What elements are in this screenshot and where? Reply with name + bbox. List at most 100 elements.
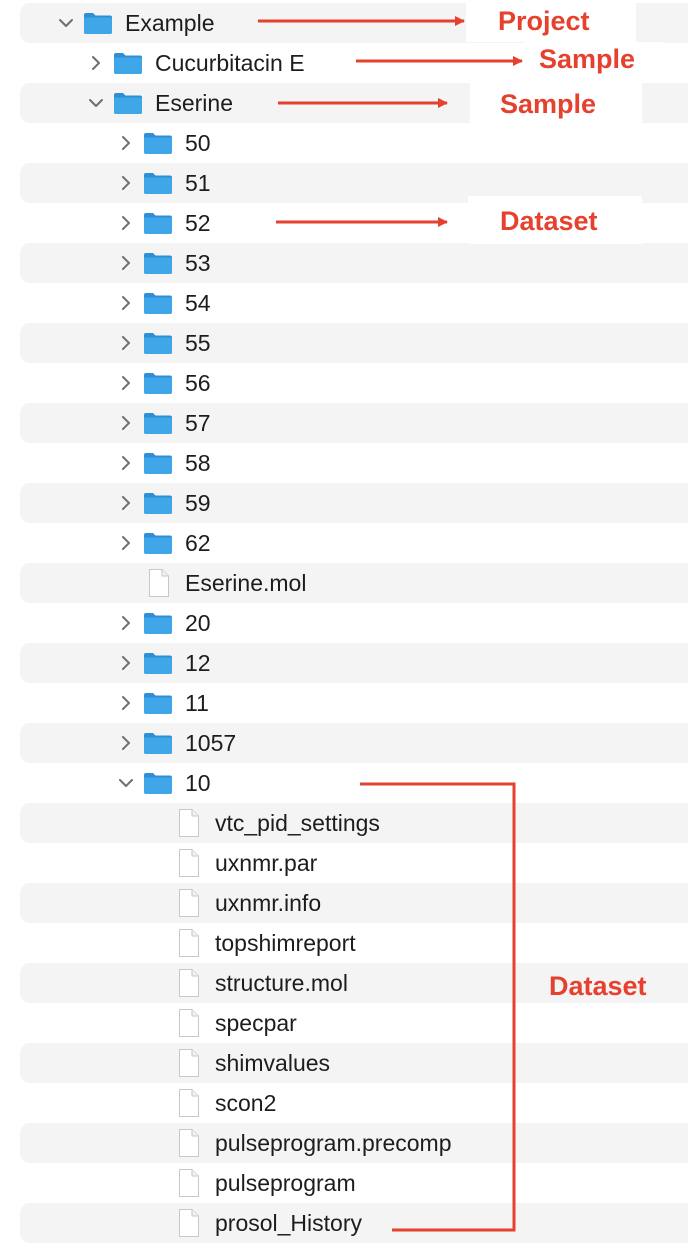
folder-icon [142, 331, 174, 355]
chevron-right-icon[interactable] [117, 654, 135, 672]
document-icon [178, 848, 200, 878]
file-name: prosol_History [215, 1210, 362, 1236]
folder-name: 1057 [185, 730, 237, 756]
tree-row-file[interactable]: uxnmr.info [20, 883, 688, 923]
chevron-right-icon[interactable] [87, 54, 105, 72]
folder-icon [142, 451, 174, 475]
file-name: Eserine.mol [185, 570, 307, 596]
document-icon [178, 1128, 200, 1158]
file-name: shimvalues [215, 1050, 331, 1076]
document-icon [178, 928, 200, 958]
document-icon [178, 808, 200, 838]
folder-name: 12 [185, 650, 211, 676]
folder-name: 10 [185, 770, 211, 796]
tree-row-file[interactable]: pulseprogram.precomp [20, 1123, 688, 1163]
chevron-right-icon[interactable] [117, 454, 135, 472]
dataset-annotation-1: Dataset [500, 206, 598, 236]
document-icon [178, 1048, 200, 1078]
tree-row-file[interactable]: Eserine.mol [20, 563, 688, 603]
tree-row-file[interactable]: specpar [20, 1003, 688, 1043]
chevron-down-icon[interactable] [117, 774, 135, 792]
folder-name: 50 [185, 130, 211, 156]
tree-row-folder[interactable]: 54 [20, 283, 688, 323]
document-icon [178, 1008, 200, 1038]
folder-icon [112, 91, 144, 115]
chevron-right-icon[interactable] [117, 614, 135, 632]
tree-row-folder[interactable]: 11 [20, 683, 688, 723]
file-name: topshimreport [215, 930, 356, 956]
chevron-right-icon[interactable] [117, 334, 135, 352]
document-icon [148, 568, 170, 598]
document-icon [178, 1208, 200, 1238]
folder-name: Cucurbitacin E [155, 50, 305, 76]
chevron-right-icon[interactable] [117, 414, 135, 432]
tree-row-folder[interactable]: 62 [20, 523, 688, 563]
folder-name: 11 [185, 690, 209, 716]
folder-name: 58 [185, 450, 211, 476]
chevron-right-icon[interactable] [117, 174, 135, 192]
chevron-down-icon[interactable] [87, 94, 105, 112]
document-icon [178, 888, 200, 918]
tree-row-folder[interactable]: 12 [20, 643, 688, 683]
project-annotation: Project [498, 6, 590, 36]
chevron-right-icon[interactable] [117, 534, 135, 552]
dataset-annotation-2: Dataset [549, 971, 647, 1001]
chevron-right-icon[interactable] [117, 254, 135, 272]
file-name: scon2 [215, 1090, 277, 1116]
tree-row-folder[interactable]: 53 [20, 243, 688, 283]
chevron-right-icon[interactable] [117, 694, 135, 712]
file-name: uxnmr.par [215, 850, 318, 876]
chevron-right-icon[interactable] [117, 294, 135, 312]
file-name: uxnmr.info [215, 890, 322, 916]
folder-icon [142, 771, 174, 795]
folder-name: 59 [185, 490, 211, 516]
tree-row-folder[interactable]: 55 [20, 323, 688, 363]
chevron-right-icon[interactable] [117, 214, 135, 232]
chevron-right-icon[interactable] [117, 494, 135, 512]
file-name: specpar [215, 1010, 297, 1036]
folder-name: Eserine [155, 90, 233, 116]
chevron-right-icon[interactable] [117, 134, 135, 152]
tree-row-file[interactable]: topshimreport [20, 923, 688, 963]
tree-row-file[interactable]: pulseprogram [20, 1163, 688, 1203]
folder-icon [142, 611, 174, 635]
folder-name: 51 [185, 170, 211, 196]
folder-icon [82, 11, 114, 35]
folder-name: 57 [185, 410, 211, 436]
tree-row-file[interactable]: shimvalues [20, 1043, 688, 1083]
tree-row-folder[interactable]: 1057 [20, 723, 688, 763]
folder-name: 52 [185, 210, 211, 236]
folder-icon [142, 691, 174, 715]
folder-name: 53 [185, 250, 211, 276]
tree-row-folder[interactable]: 20 [20, 603, 688, 643]
tree-row-file[interactable]: prosol_History [20, 1203, 688, 1243]
folder-name: 54 [185, 290, 211, 316]
folder-icon [142, 371, 174, 395]
tree-row-file[interactable]: uxnmr.par [20, 843, 688, 883]
tree-row-folder[interactable]: 56 [20, 363, 688, 403]
tree-row-folder[interactable]: 57 [20, 403, 688, 443]
folder-icon [142, 411, 174, 435]
tree-row-folder[interactable]: 58 [20, 443, 688, 483]
tree-row-folder[interactable]: 50 [20, 123, 688, 163]
folder-icon [142, 211, 174, 235]
document-icon [178, 968, 200, 998]
chevron-right-icon[interactable] [117, 374, 135, 392]
folder-icon [142, 731, 174, 755]
tree-row-file[interactable]: scon2 [20, 1083, 688, 1123]
sample-annotation-2: Sample [500, 89, 597, 119]
document-icon [178, 1168, 200, 1198]
folder-icon [142, 171, 174, 195]
folder-icon [142, 491, 174, 515]
folder-name: 55 [185, 330, 211, 356]
tree-row-folder[interactable]: 10 [20, 763, 688, 803]
file-name: pulseprogram [215, 1170, 356, 1196]
chevron-down-icon[interactable] [57, 14, 75, 32]
tree-row-file[interactable]: vtc_pid_settings [20, 803, 688, 843]
folder-name: 56 [185, 370, 211, 396]
file-name: vtc_pid_settings [215, 810, 380, 836]
chevron-right-icon[interactable] [117, 734, 135, 752]
tree-row-folder[interactable]: 59 [20, 483, 688, 523]
folder-icon [142, 651, 174, 675]
folder-icon [112, 51, 144, 75]
